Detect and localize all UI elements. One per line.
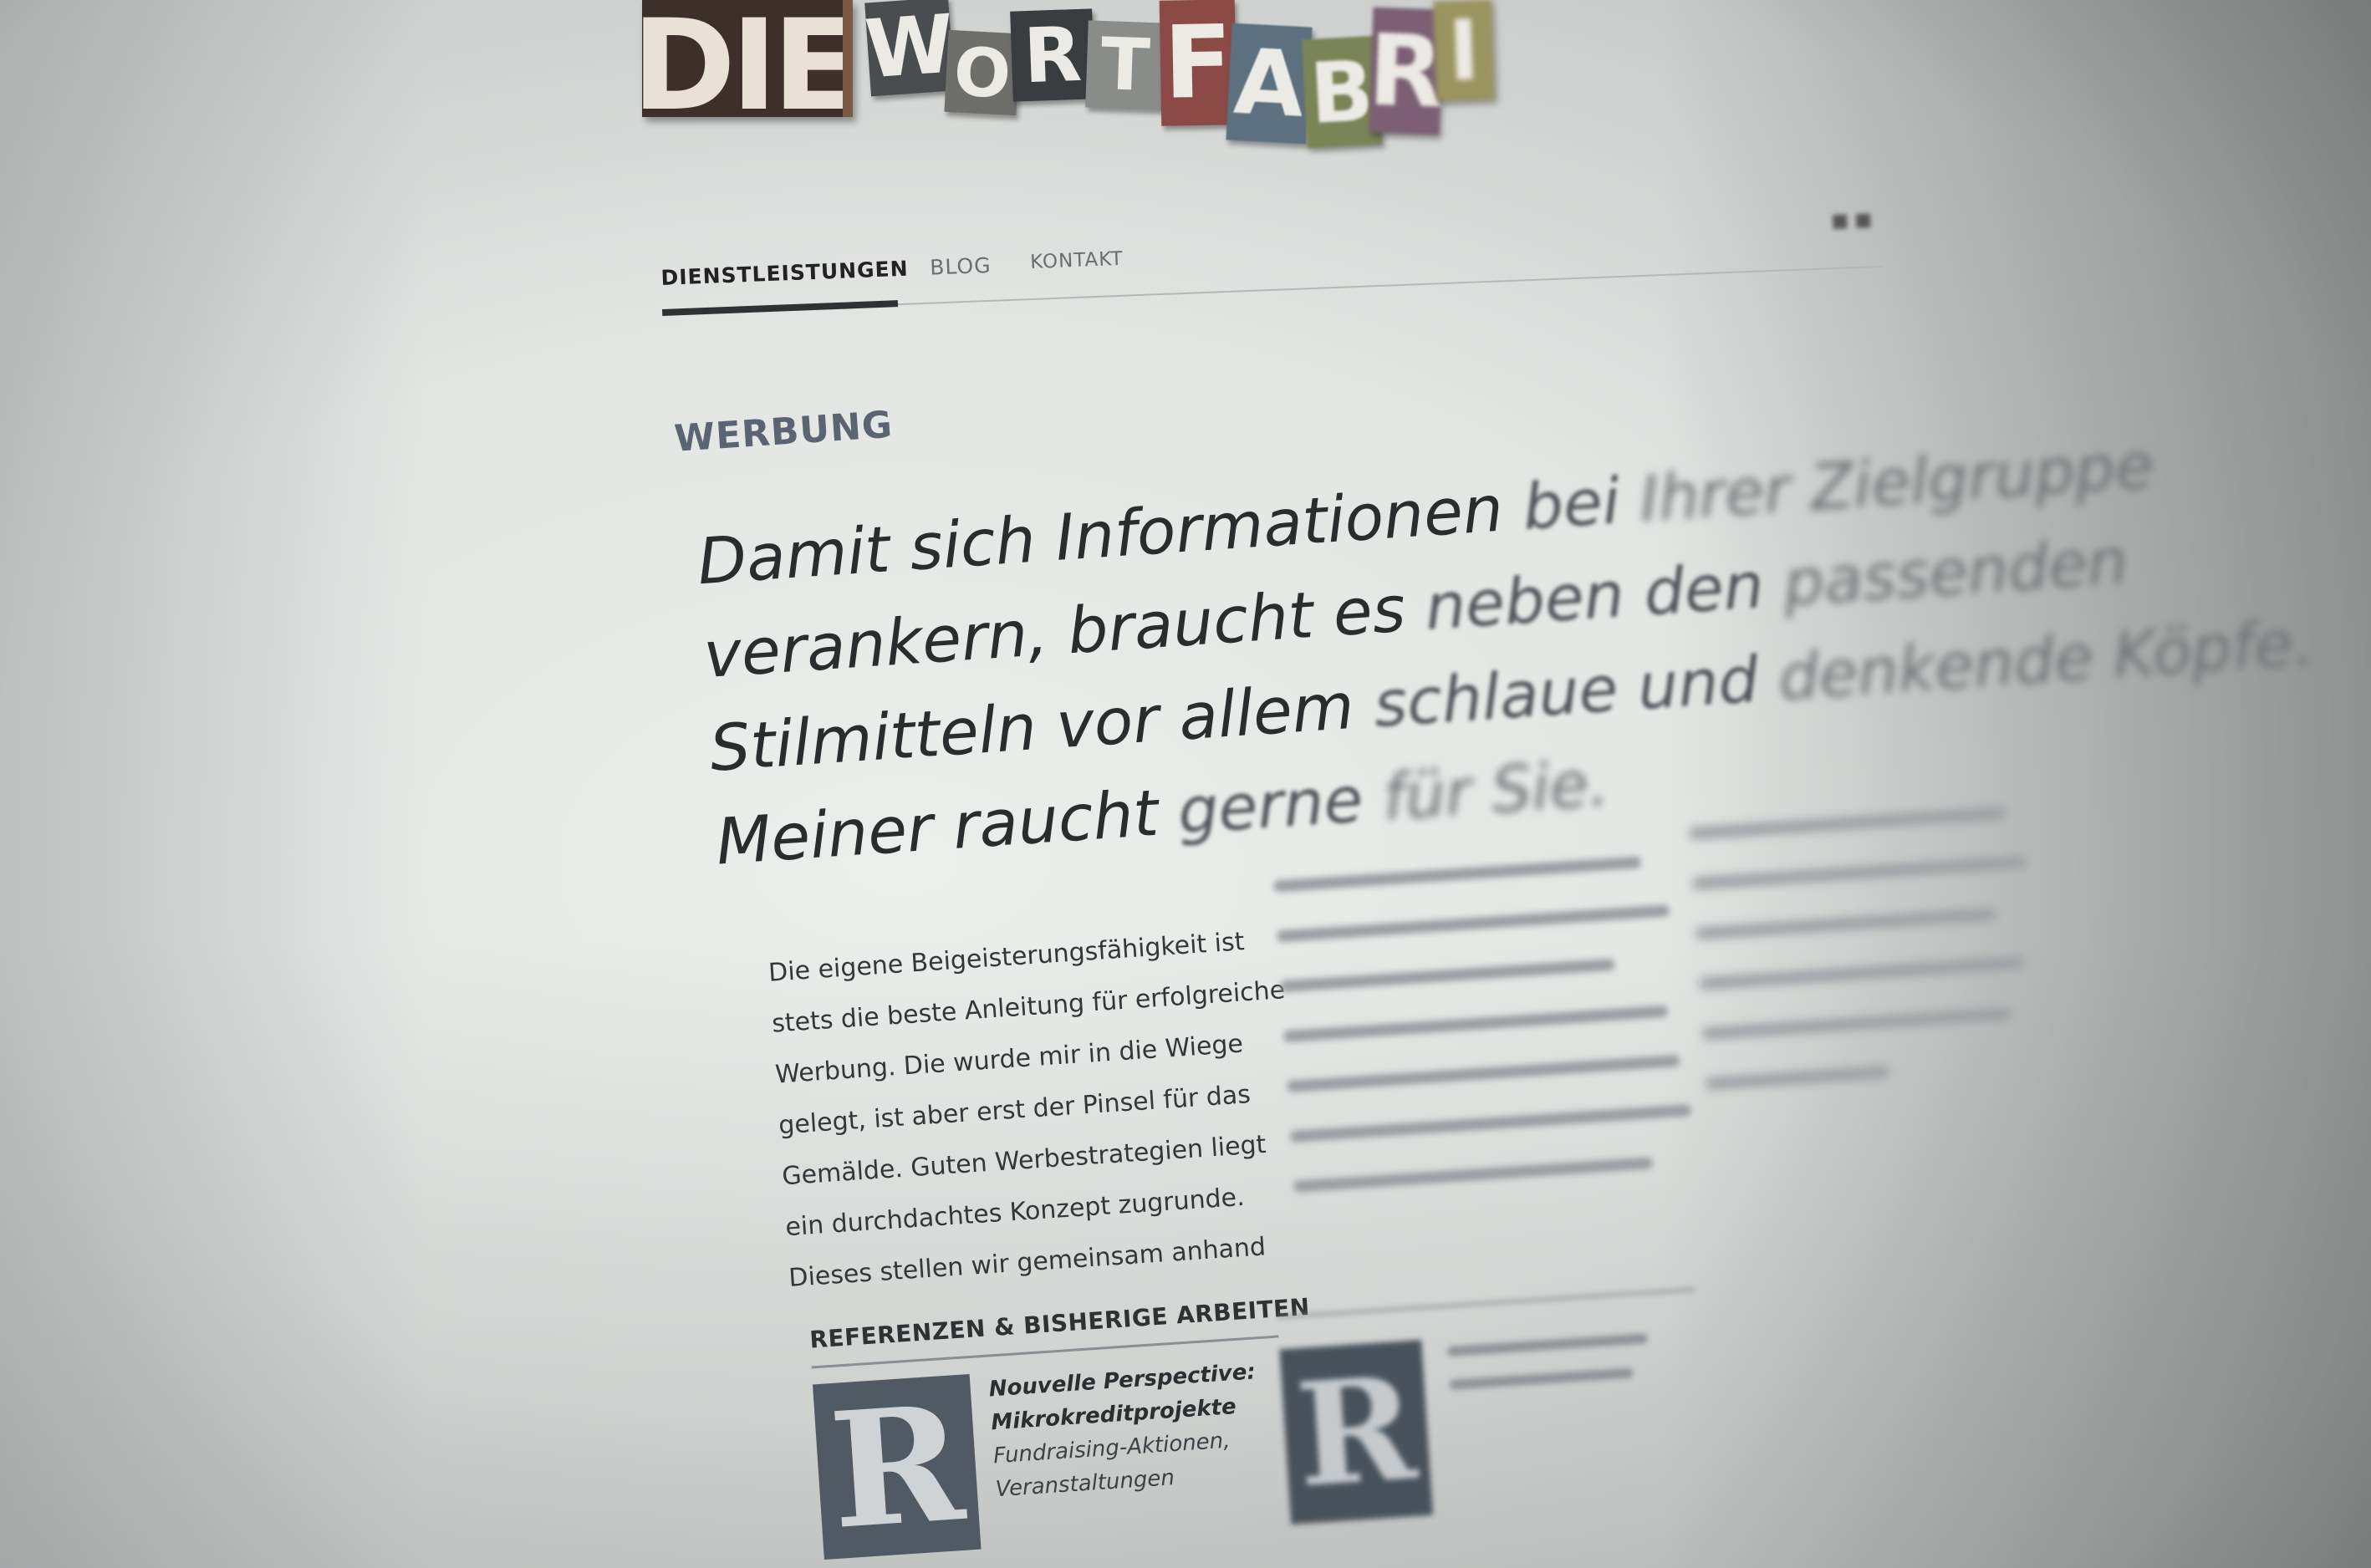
logo-letter-block: O xyxy=(944,29,1021,116)
logo-letter-block: I xyxy=(1432,0,1496,102)
body-text-column-3-blurred xyxy=(1689,805,2059,1128)
nav-item-dienstleistungen[interactable]: DIENSTLEISTUNGEN xyxy=(660,257,909,290)
references-heading: REFERENZEN & BISHERIGE ARBEITEN xyxy=(808,1292,1311,1354)
language-switch[interactable]: ■ ■ xyxy=(1831,209,1873,232)
logo-letter-block: R xyxy=(1010,8,1095,102)
headline-text: neben den xyxy=(1422,546,1787,644)
body-text-column-1: Die eigene Beigeisterungsfähigkeit ist s… xyxy=(767,914,1308,1304)
logo-letter-block: T xyxy=(1085,20,1165,110)
section-heading: WERBUNG xyxy=(673,403,895,461)
site-logo[interactable]: DIE WORTFABRI xyxy=(635,0,1505,163)
logo-letter-block: F xyxy=(1159,0,1237,126)
reference-thumbnail-letter: R xyxy=(1292,1345,1421,1520)
logo-letter-block: R xyxy=(1366,7,1446,135)
headline-text: passenden xyxy=(1781,523,2130,621)
reference-thumbnail[interactable]: R xyxy=(1279,1340,1433,1525)
headline-text: gerne xyxy=(1175,760,1385,848)
references-section: REFERENZEN & BISHERIGE ARBEITEN R Nouvel… xyxy=(808,1292,1311,1560)
logo-block-die: DIE xyxy=(642,0,853,117)
headline-text: bei xyxy=(1520,461,1643,544)
body-text-column-2-blurred xyxy=(1273,853,1717,1193)
logo-letter-block: A xyxy=(1226,23,1313,145)
main-navigation: DIENSTLEISTUNGEN BLOG KONTAKT ■ ■ xyxy=(660,209,1883,333)
headline-text: für Sie. xyxy=(1380,745,1611,835)
headline: Damit sich Informationen bei Ihrer Zielg… xyxy=(695,428,2316,888)
reference-divider xyxy=(1277,1288,1695,1319)
headline-text: schlaue und xyxy=(1371,640,1782,742)
nav-item-blog[interactable]: BLOG xyxy=(930,253,992,280)
reference-thumbnail-letter: R xyxy=(824,1374,969,1560)
nav-active-indicator xyxy=(661,300,899,316)
reference-thumbnail[interactable]: R xyxy=(813,1374,982,1560)
headline-text: Ihrer Zielgruppe xyxy=(1637,427,2157,537)
nav-item-kontakt[interactable]: KONTAKT xyxy=(1030,248,1124,273)
reference-item-2[interactable]: R xyxy=(1275,1255,1695,1525)
logo-letter-block: W xyxy=(862,0,957,97)
